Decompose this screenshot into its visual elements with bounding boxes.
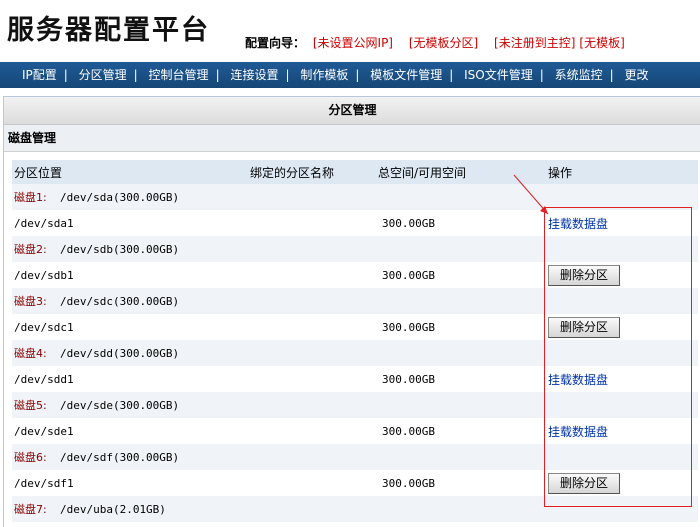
disk-device: /dev/uba(2.01GB) (59, 503, 166, 516)
partition-row: /dev/sde1 300.00GB 挂载数据盘 (12, 418, 698, 444)
disk-label: 磁盘1: (14, 191, 47, 204)
partition-size: 300.00GB (376, 366, 546, 392)
delete-partition-button[interactable]: 删除分区 (548, 472, 620, 494)
nav-item-console[interactable]: 控制台管理 (142, 62, 216, 88)
nav-item-iso-files[interactable]: ISO文件管理 (457, 62, 540, 88)
partition-path: /dev/sde1 (12, 418, 248, 444)
partition-path: /dev/sdb1 (12, 262, 248, 288)
disk-row: 磁盘1: /dev/sda(300.00GB) (12, 184, 698, 210)
nav-item-ip-config[interactable]: IP配置 (0, 62, 64, 88)
wizard-link-template-partition[interactable]: [无模板分区] (409, 36, 478, 50)
mount-data-disk-link[interactable]: 挂载数据盘 (548, 373, 608, 387)
disk-device: /dev/sda(300.00GB) (59, 191, 180, 204)
disk-label: 磁盘7: (14, 503, 47, 516)
nav-item-more[interactable]: 更改 (617, 62, 655, 88)
nav-separator: | (133, 68, 138, 82)
disk-label: 磁盘6: (14, 451, 47, 464)
disk-device: /dev/sde(300.00GB) (59, 399, 180, 412)
nav-item-monitor[interactable]: 系统监控 (548, 62, 610, 88)
disk-row: 磁盘6: /dev/sdf(300.00GB) (12, 444, 698, 470)
config-wizard: 配置向导： [未设置公网IP] [无模板分区] [未注册到主控] [无模板] (245, 34, 637, 51)
partition-row: /dev/sdc1 300.00GB 删除分区 (12, 314, 698, 340)
header: 服务器配置平台 配置向导： [未设置公网IP] [无模板分区] [未注册到主控]… (0, 0, 700, 62)
nav-separator: | (285, 68, 290, 82)
partition-size: 300.00GB (376, 314, 546, 340)
nav-separator: | (215, 68, 220, 82)
nav-item-make-template[interactable]: 制作模板 (293, 62, 355, 88)
section-title: 磁盘管理 (4, 125, 700, 152)
disk-device: /dev/sdf(300.00GB) (59, 451, 180, 464)
delete-partition-button[interactable]: 删除分区 (548, 316, 620, 338)
nav-separator: | (609, 68, 614, 82)
disk-device: /dev/sdb(300.00GB) (59, 243, 180, 256)
nav-separator: | (355, 68, 360, 82)
disk-device: /dev/sdd(300.00GB) (59, 347, 180, 360)
nav-item-partition[interactable]: 分区管理 (72, 62, 134, 88)
nav-separator: | (539, 68, 544, 82)
app-title: 服务器配置平台 (7, 15, 210, 46)
disk-row: 磁盘7: /dev/uba(2.01GB) (12, 496, 698, 522)
wizard-link-public-ip[interactable]: [未设置公网IP] (313, 36, 393, 50)
disk-table: 分区位置 绑定的分区名称 总空间/可用空间 操作 磁盘1: /dev/sda(3… (12, 160, 698, 522)
column-header: 总空间/可用空间 (376, 160, 546, 184)
column-header: 操作 (546, 160, 698, 184)
partition-path: /dev/sdc1 (12, 314, 248, 340)
partition-row: /dev/sdb1 300.00GB 删除分区 (12, 262, 698, 288)
column-header: 分区位置 (12, 160, 248, 184)
disk-row: 磁盘4: /dev/sdd(300.00GB) (12, 340, 698, 366)
wizard-label: 配置向导： (245, 36, 306, 50)
partition-size: 300.00GB (376, 470, 546, 496)
delete-partition-button[interactable]: 删除分区 (548, 264, 620, 286)
disk-label: 磁盘3: (14, 295, 47, 308)
partition-size: 300.00GB (376, 262, 546, 288)
panel-title: 分区管理 (4, 97, 700, 125)
wizard-link-template[interactable]: [无模板] (579, 36, 624, 50)
nav-item-connection[interactable]: 连接设置 (223, 62, 285, 88)
partition-path: /dev/sda1 (12, 210, 248, 236)
table-header-row: 分区位置 绑定的分区名称 总空间/可用空间 操作 (12, 160, 698, 184)
partition-panel: 分区管理 磁盘管理 分区位置 绑定的分区名称 总空间/可用空间 操作 磁盘1: … (3, 96, 700, 527)
nav-separator: | (449, 68, 454, 82)
partition-row: /dev/sdf1 300.00GB 删除分区 (12, 470, 698, 496)
disk-label: 磁盘2: (14, 243, 47, 256)
partition-path: /dev/sdf1 (12, 470, 248, 496)
partition-path: /dev/sdd1 (12, 366, 248, 392)
nav-item-template-files[interactable]: 模板文件管理 (363, 62, 449, 88)
mount-data-disk-link[interactable]: 挂载数据盘 (548, 425, 608, 439)
disk-row: 磁盘5: /dev/sde(300.00GB) (12, 392, 698, 418)
disk-row: 磁盘2: /dev/sdb(300.00GB) (12, 236, 698, 262)
main-nav: IP配置 | 分区管理 | 控制台管理 | 连接设置 | 制作模板 | 模板文件管理 | I… (0, 62, 700, 88)
partition-size: 300.00GB (376, 210, 546, 236)
wizard-link-register-master[interactable]: [未注册到主控] (494, 36, 575, 50)
partition-size: 300.00GB (376, 418, 546, 444)
partition-row: /dev/sdd1 300.00GB 挂载数据盘 (12, 366, 698, 392)
disk-device: /dev/sdc(300.00GB) (59, 295, 180, 308)
mount-data-disk-link[interactable]: 挂载数据盘 (548, 217, 608, 231)
disk-label: 磁盘5: (14, 399, 47, 412)
disk-label: 磁盘4: (14, 347, 47, 360)
nav-separator: | (63, 68, 68, 82)
disk-row: 磁盘3: /dev/sdc(300.00GB) (12, 288, 698, 314)
column-header: 绑定的分区名称 (248, 160, 376, 184)
partition-row: /dev/sda1 300.00GB 挂载数据盘 (12, 210, 698, 236)
